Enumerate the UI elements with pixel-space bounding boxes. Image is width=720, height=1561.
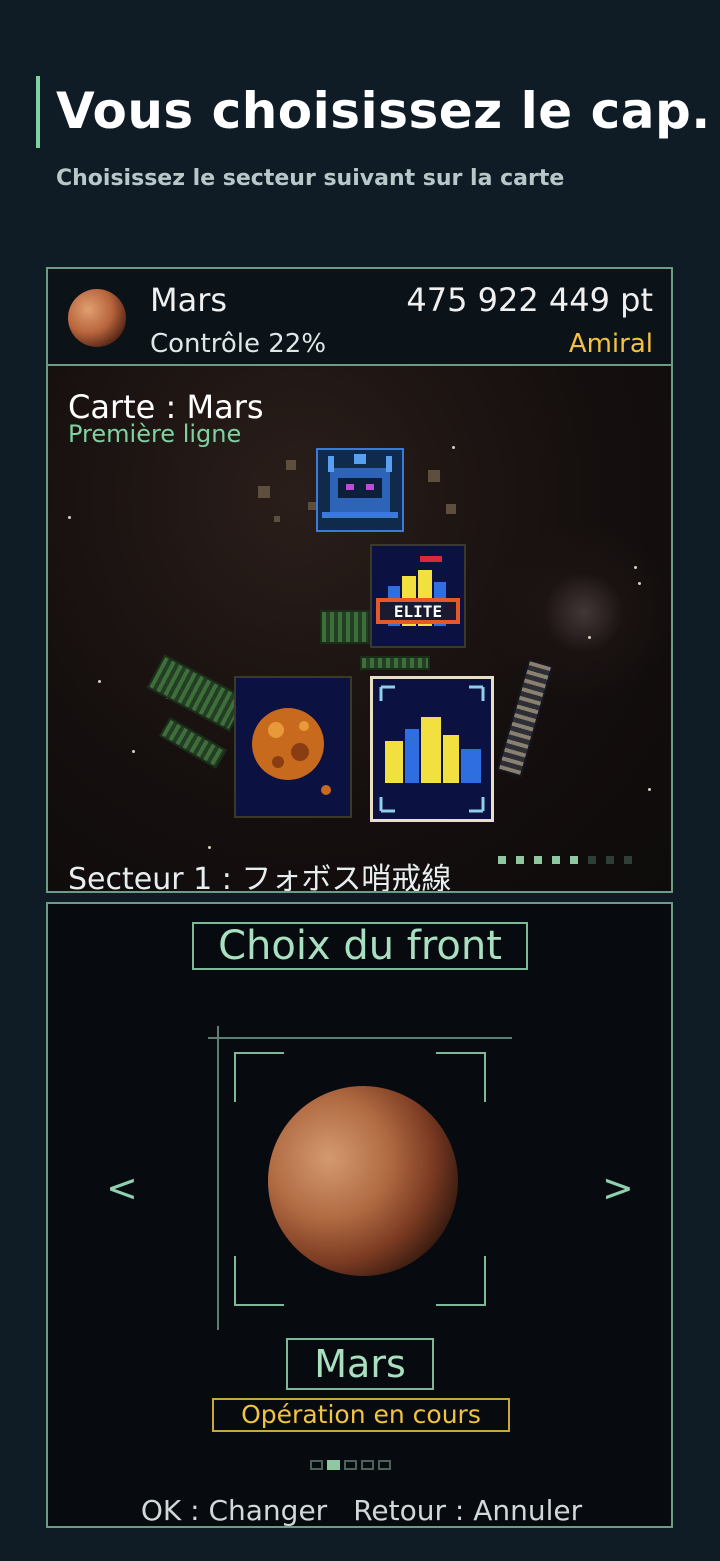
frame-corner [234,1052,284,1102]
debris [274,516,280,522]
front-selection-panel: Choix du front < > Mars Opération en cou… [46,902,673,1528]
horned-boss-icon [322,454,398,518]
route-dot [570,856,578,864]
control-hints: OK : Changer Retour : Annuler [48,1494,671,1527]
page-dot [378,1460,391,1470]
frame-corner [436,1052,486,1102]
route-dot [516,856,524,864]
green-station [360,656,430,670]
star [208,846,211,849]
elite-city-icon: ELITE [376,556,460,626]
frame-corner [234,1256,284,1306]
route-dot [498,856,506,864]
route-dot [552,856,560,864]
status-panel: Mars Contrôle 22% 475 922 449 pt Amiral [46,267,673,366]
operation-status: Opération en cours [212,1398,510,1432]
status-control: Contrôle 22% [150,329,327,359]
debris [446,504,456,514]
map-subtitle: Première ligne [68,420,242,448]
star [98,680,101,683]
star [452,446,455,449]
page-dot [344,1460,357,1470]
sector-map[interactable]: ELITE Carte : Mars Première ligne Secteu… [46,366,673,893]
star [132,750,135,753]
planet-icon [68,289,126,347]
green-station [146,654,248,732]
selected-planet-name: Mars [286,1338,434,1390]
elite-label: ELITE [394,602,442,621]
page-dot [361,1460,374,1470]
star [634,566,637,569]
cratered-planet-icon [252,708,331,795]
star [68,516,71,519]
green-station [320,610,370,644]
debris [286,460,296,470]
route-dot [588,856,596,864]
header-accent-bar [36,76,40,148]
hint-back: Retour : Annuler [353,1494,583,1527]
star [648,788,651,791]
route-dot [624,856,632,864]
star [638,582,641,585]
prev-arrow-button[interactable]: < [106,1166,138,1210]
city-icon [379,685,485,813]
page-subtitle: Choisissez le secteur suivant sur la car… [56,166,565,191]
status-planet-name: Mars [150,281,228,319]
status-rank: Amiral [568,329,653,359]
page-dot-active [327,1460,340,1470]
frame-corner [436,1256,486,1306]
route-indicator [498,856,632,864]
page-title: Vous choisissez le cap. [56,82,711,140]
route-dot [606,856,614,864]
mars-node[interactable] [234,676,352,818]
status-score: 475 922 449 pt [406,281,653,319]
debris [428,470,440,482]
selected-planet[interactable] [268,1086,458,1276]
dark-station [496,658,554,778]
page-dot [310,1460,323,1470]
selection-title: Choix du front [192,922,528,970]
boss-node[interactable] [316,448,404,532]
star [588,636,591,639]
page-indicator [310,1460,391,1470]
elite-node[interactable]: ELITE [370,544,466,648]
debris [258,486,270,498]
hint-ok: OK : Changer [140,1494,328,1527]
current-city-node[interactable] [370,676,494,822]
next-arrow-button[interactable]: > [602,1166,634,1210]
sector-label: Secteur 1 : フォボス哨戒線 [68,862,452,893]
route-dot [534,856,542,864]
debris [308,502,316,510]
